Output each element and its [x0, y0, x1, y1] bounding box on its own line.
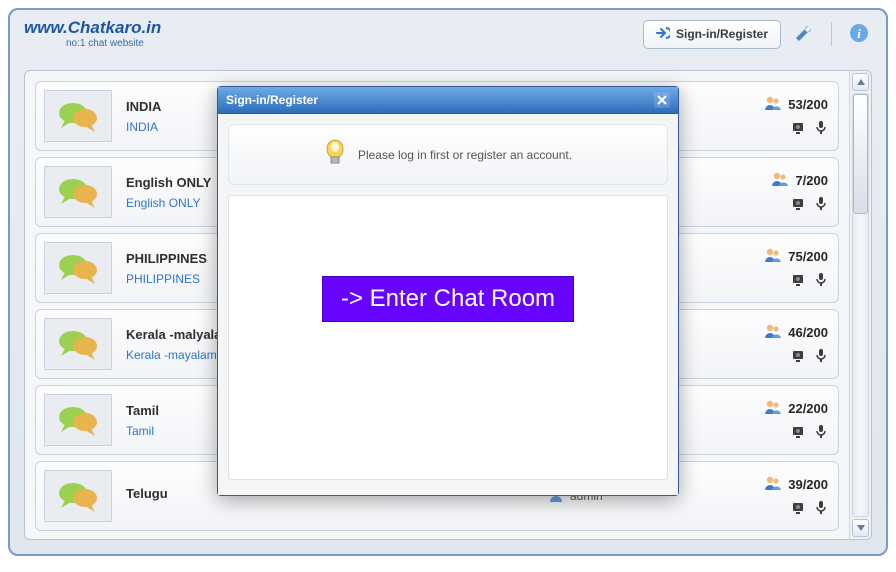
modal-info-box: Please log in first or register an accou… [228, 124, 668, 185]
lightbulb-icon [324, 139, 346, 170]
modal-content: -> Enter Chat Room [228, 195, 668, 480]
signin-modal: Sign-in/Register Please log in first or … [217, 86, 679, 496]
modal-message: Please log in first or register an accou… [358, 148, 572, 162]
modal-title-text: Sign-in/Register [226, 93, 318, 107]
modal-titlebar: Sign-in/Register [218, 87, 678, 114]
close-icon [657, 95, 667, 105]
modal-overlay: Sign-in/Register Please log in first or … [0, 8, 896, 572]
enter-chat-button[interactable]: -> Enter Chat Room [322, 276, 574, 322]
modal-body: Please log in first or register an accou… [218, 114, 678, 495]
modal-close-button[interactable] [654, 92, 670, 108]
